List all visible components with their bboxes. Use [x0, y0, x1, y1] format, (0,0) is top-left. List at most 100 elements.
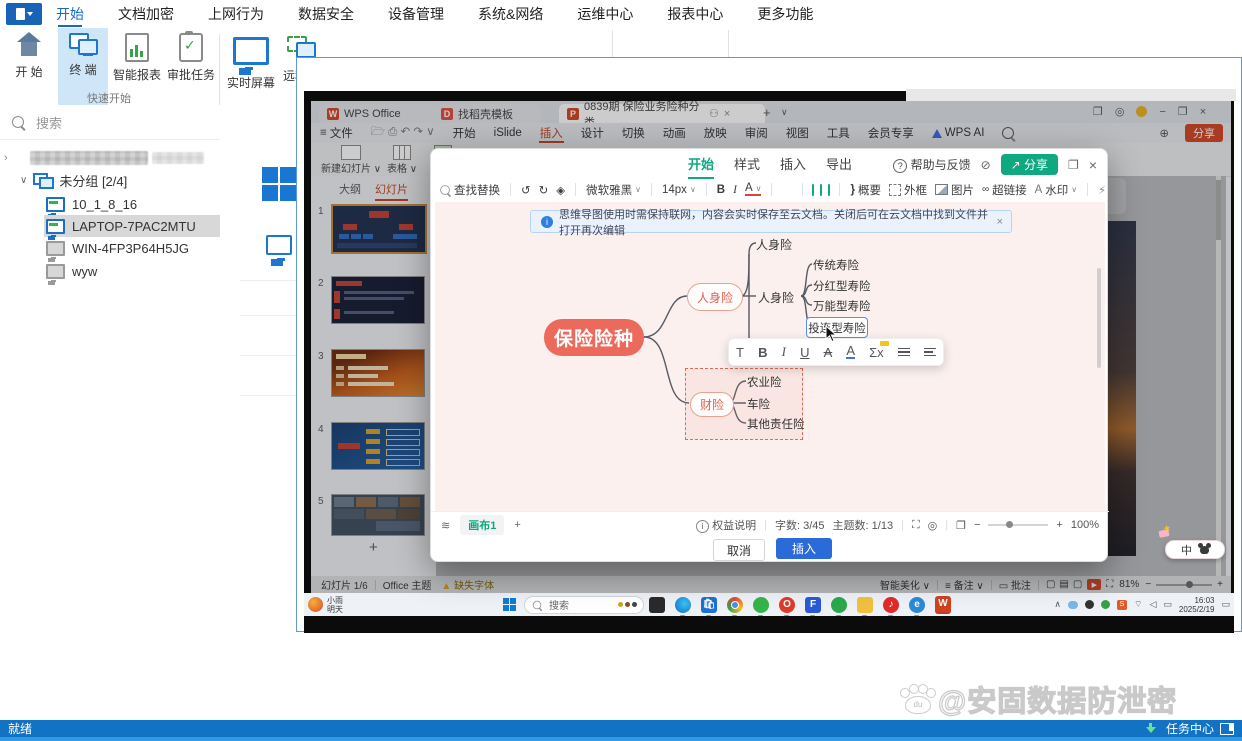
mindmap-node-other-liability[interactable]: 其他责任险 [747, 416, 805, 432]
ribbon-live-screen-button[interactable]: 实时屏幕 [226, 28, 276, 105]
underline-button[interactable]: U [800, 345, 809, 360]
mindmap-node-agriculture[interactable]: 农业险 [747, 374, 782, 390]
taskbar-app-wps-active[interactable]: W [935, 595, 951, 614]
terminal-item[interactable]: 10_1_8_16 [46, 193, 137, 215]
sidepane-icon[interactable]: ❐ [1068, 158, 1079, 172]
taskbar-app-opera[interactable]: O [779, 596, 795, 617]
text-button[interactable]: T [736, 345, 744, 360]
mindmap-branch-property[interactable]: 财险 [690, 392, 734, 417]
mindmap-root-node[interactable]: 保险险种 [544, 319, 644, 356]
dialog-tab-style[interactable]: 样式 [734, 154, 760, 173]
notice-close-icon[interactable]: × [997, 216, 1003, 228]
dialog-tab-start[interactable]: 开始 [687, 154, 714, 179]
formula-button[interactable]: Σx [869, 340, 889, 360]
canvas-scrollbar[interactable] [1097, 268, 1101, 368]
bold-button[interactable]: B [758, 345, 767, 360]
task-center-button[interactable]: 任务中心 [1166, 720, 1214, 737]
tray-volume-icon[interactable]: ◁ [1149, 599, 1156, 610]
zoom-slider[interactable] [988, 521, 1049, 528]
dialog-tab-export[interactable]: 导出 [826, 154, 852, 173]
tree-root-redacted[interactable]: › [4, 147, 204, 169]
menu-item-home[interactable]: 开始 [56, 0, 84, 28]
add-canvas-button[interactable]: + [514, 519, 520, 531]
insert-sibling-node-icon[interactable] [812, 183, 815, 196]
redo-button[interactable]: ↻ [539, 183, 549, 197]
start-button[interactable] [503, 598, 516, 611]
taskbar-app-music[interactable]: ♪ [883, 596, 899, 617]
no-disturb-icon[interactable]: ⊘ [981, 158, 991, 172]
mindmap-node-traditional-life[interactable]: 传统寿险 [813, 257, 859, 273]
tray-network-icon[interactable]: ⌔ [1134, 599, 1142, 610]
zoom-out-button[interactable]: − [974, 519, 980, 531]
weather-widget[interactable]: 小雨 明天 [308, 596, 343, 614]
watermark-button[interactable]: A 水印 ∨ [1035, 182, 1078, 198]
tray-qq-icon[interactable] [1084, 600, 1094, 609]
notification-center-icon[interactable]: ▭ [1221, 599, 1230, 610]
taskbar-file-explorer[interactable] [857, 596, 873, 617]
font-size-select[interactable]: 14px ∨ [662, 184, 696, 196]
find-replace-button[interactable]: 查找替换 [439, 182, 500, 198]
tray-battery-icon[interactable]: ▭ [1163, 599, 1172, 610]
ime-skin-icon[interactable] [1198, 542, 1211, 554]
menu-item-more[interactable]: 更多功能 [757, 0, 813, 28]
rights-link[interactable]: i 权益说明 [696, 517, 756, 533]
dialog-close-button[interactable]: × [1089, 157, 1097, 173]
terminal-item[interactable]: wyw [46, 260, 97, 282]
bold-button[interactable]: B [717, 184, 725, 196]
menu-item-ops-center[interactable]: 运维中心 [577, 0, 633, 28]
taskbar-app-ie[interactable]: e [909, 596, 925, 617]
ime-mode-label[interactable]: 中 [1181, 542, 1192, 558]
taskbar-app-green[interactable] [831, 596, 847, 617]
menu-item-data-security[interactable]: 数据安全 [298, 0, 354, 28]
tray-clock[interactable]: 16:03 2025/2/19 [1179, 596, 1215, 614]
canvas-tab[interactable]: 画布1 [460, 515, 505, 535]
insert-button[interactable]: 插入 [776, 538, 832, 559]
taskbar-app-f[interactable]: F [805, 596, 821, 617]
tray-cloud-icon[interactable] [1067, 600, 1078, 609]
strikethrough-button[interactable]: A [824, 345, 833, 360]
mindmap-branch-personal[interactable]: 人身险 [687, 283, 743, 311]
format-painter-button[interactable]: ◈ [556, 183, 565, 197]
panel-icon[interactable] [1220, 722, 1234, 735]
tray-sogou-icon[interactable]: S [1116, 599, 1127, 610]
fit-screen-icon[interactable]: ⛶ [912, 519, 920, 532]
cancel-button[interactable]: 取消 [713, 539, 765, 561]
taskbar-app-chrome[interactable] [727, 596, 743, 617]
menu-item-doc-encrypt[interactable]: 文档加密 [118, 0, 174, 28]
mindmap-node-auto[interactable]: 车险 [747, 396, 770, 412]
taskbar-app-edge[interactable] [675, 596, 691, 617]
mindmap-node-personal-child[interactable]: 人身险 [758, 289, 794, 306]
mindmap-canvas[interactable]: 保险险种 人身险 人身险 人身险 传统寿险 分红型寿险 万能型寿险 投连型寿险 … [435, 202, 1105, 511]
menu-item-device-mgmt[interactable]: 设备管理 [388, 0, 444, 28]
taskbar-app-photos[interactable] [649, 596, 665, 613]
search-bar[interactable]: 搜索 [0, 105, 220, 140]
dialog-tab-insert[interactable]: 插入 [780, 154, 806, 173]
menu-item-web-behavior[interactable]: 上网行为 [208, 0, 264, 28]
menu-item-report-center[interactable]: 报表中心 [667, 0, 723, 28]
bullet-list-button[interactable] [897, 347, 910, 357]
mindmap-node-personal-top[interactable]: 人身险 [756, 236, 792, 253]
italic-button[interactable]: I [733, 184, 737, 196]
taskbar-search[interactable]: 搜索 [524, 595, 644, 614]
undo-button[interactable]: ↺ [521, 183, 531, 197]
summary-button[interactable]: } 概要 [850, 182, 880, 198]
font-color-button[interactable]: A ∨ [744, 182, 762, 196]
more-tools-icon[interactable]: ⚡ [1098, 183, 1105, 197]
terminal-item[interactable]: WIN-4FP3P64H5JG [46, 237, 189, 259]
zoom-in-button[interactable]: + [1056, 519, 1062, 531]
frame-button[interactable]: 外框 [888, 182, 927, 198]
help-feedback-button[interactable]: ? 帮助与反馈 [893, 156, 971, 173]
mindmap-node-dividend-life[interactable]: 分红型寿险 [813, 278, 871, 294]
minimap-icon[interactable]: ❐ [956, 519, 966, 532]
font-color-button[interactable]: A [846, 344, 856, 359]
image-button[interactable]: 图片 [934, 182, 974, 198]
app-logo-button[interactable] [6, 3, 42, 25]
hyperlink-button[interactable]: ∞ 超链接 [982, 182, 1027, 198]
taskbar-app-store[interactable]: 🛍 [701, 596, 717, 617]
insert-parent-node-icon[interactable] [828, 183, 831, 196]
font-family-select[interactable]: 微软雅黑 ∨ [586, 182, 641, 198]
dialog-share-button[interactable]: ↗ 分享 [1000, 154, 1059, 175]
terminal-item-selected[interactable]: LAPTOP-7PAC2MTU [44, 215, 220, 237]
taskbar-app-wechat[interactable] [753, 596, 769, 617]
numbered-list-button[interactable] [923, 347, 936, 357]
